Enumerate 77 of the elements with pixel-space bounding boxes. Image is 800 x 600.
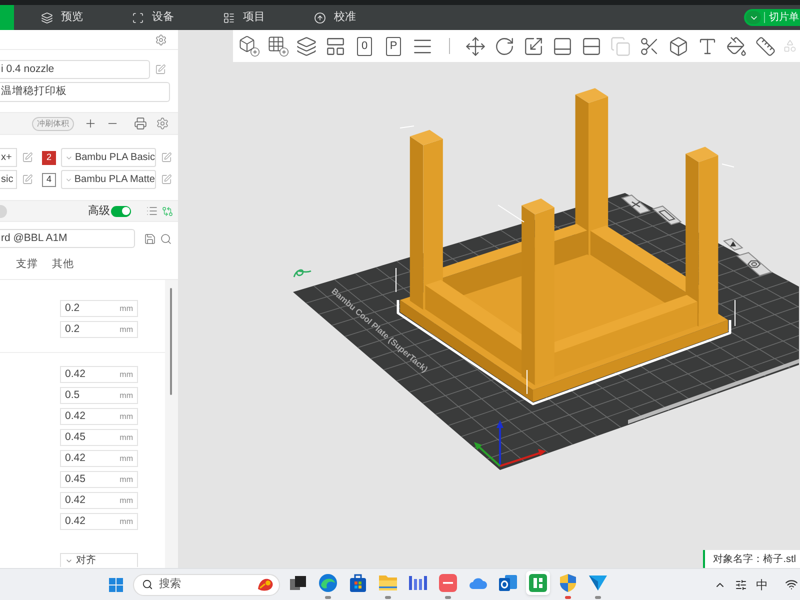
settings-icon[interactable] — [156, 117, 169, 130]
add-icon[interactable] — [84, 117, 97, 130]
panel-bottom-icon[interactable] — [552, 36, 573, 56]
scan-icon — [132, 12, 144, 24]
list-icon — [223, 12, 235, 24]
caret-icon — [746, 11, 761, 24]
value-field[interactable]: 0.2 mm — [60, 321, 138, 338]
nozzle-field[interactable]: i 0.4 nozzle — [0, 60, 150, 79]
settings-tab[interactable]: 支撑 — [16, 252, 38, 279]
edit-icon[interactable] — [161, 152, 172, 163]
hexagon-tile-icon[interactable] — [736, 252, 772, 276]
scissors-icon[interactable] — [639, 36, 660, 56]
image-tile-icon[interactable] — [652, 206, 682, 226]
ruler-icon[interactable] — [755, 36, 776, 56]
align-dropdown[interactable]: 对齐 — [60, 553, 138, 567]
cube-plus-icon[interactable] — [238, 35, 260, 57]
filament-preset-dropdown[interactable]: Bambu PLA Basic — [61, 148, 156, 167]
edit-icon[interactable] — [155, 64, 166, 75]
split-rows-icon[interactable] — [581, 36, 602, 56]
paint-bucket-icon[interactable] — [726, 36, 747, 56]
axis-gizmo-icon — [474, 420, 546, 467]
windows-logo-icon[interactable] — [109, 578, 123, 592]
settings-tab[interactable]: 其他 — [52, 252, 74, 279]
page-button[interactable]: 0 — [357, 36, 372, 56]
value-field[interactable]: 0.42 mm — [60, 366, 138, 383]
value-field[interactable]: 0.5 mm — [60, 387, 138, 404]
edit-icon[interactable] — [22, 152, 33, 163]
printer-icon[interactable] — [134, 117, 147, 130]
scale-icon[interactable] — [523, 36, 544, 56]
object-name-label: 对象名字：椅子.stl — [703, 550, 800, 568]
grid-tile-icon[interactable] — [526, 570, 550, 594]
scrollbar-thumb[interactable] — [170, 288, 172, 395]
layers-icon[interactable] — [296, 36, 317, 56]
sticker-icon — [257, 577, 274, 592]
menu-tab[interactable]: 预览 — [38, 5, 129, 30]
search-icon — [142, 579, 153, 590]
tab-highlight — [0, 5, 14, 30]
value-field[interactable]: 0.45 mm — [60, 471, 138, 488]
page-button[interactable]: P — [386, 36, 401, 56]
squiggle-icon — [293, 269, 312, 278]
menu-tab[interactable]: 设备 — [129, 5, 220, 30]
search-field[interactable]: 搜索 — [133, 574, 280, 596]
edit-icon[interactable] — [161, 174, 172, 185]
caret-icon — [65, 154, 73, 162]
value-field[interactable]: 0.2 mm — [60, 300, 138, 317]
sliders-icon[interactable] — [735, 578, 747, 590]
menu-tab[interactable]: 校准 — [311, 5, 402, 30]
value-field[interactable]: 0.45 mm — [60, 429, 138, 446]
advanced-toggle[interactable] — [111, 206, 131, 216]
filament-preset-field[interactable]: sic — [0, 170, 17, 189]
value-field[interactable]: 0.42 mm — [60, 408, 138, 425]
filament-preset-dropdown[interactable]: Bambu PLA Matte — [61, 170, 156, 189]
save-icon[interactable] — [144, 232, 156, 244]
panel-layout-icon[interactable] — [325, 36, 346, 56]
layers-icon — [41, 12, 53, 24]
value-field[interactable]: 0.42 mm — [60, 450, 138, 467]
search-placeholder: 搜索 — [159, 576, 181, 592]
close-tile-icon[interactable] — [620, 194, 651, 214]
filament-slot[interactable]: 2 — [42, 150, 56, 164]
search-icon[interactable] — [160, 232, 172, 244]
plate-field[interactable]: 温增稳打印板 — [0, 82, 170, 102]
value-field[interactable]: 0.42 mm — [60, 492, 138, 509]
value-field[interactable]: 0.42 mm — [60, 513, 138, 530]
triangle-tile-icon[interactable] — [722, 238, 744, 251]
edit-icon[interactable] — [22, 174, 33, 185]
move-icon[interactable] — [465, 36, 486, 56]
grid-plus-icon[interactable] — [266, 35, 288, 57]
caret-icon — [65, 176, 72, 184]
cube-icon[interactable] — [668, 36, 689, 56]
settings-icon[interactable] — [155, 34, 167, 46]
filament-preset-field[interactable]: x+ — [0, 148, 17, 167]
filament-slot[interactable]: 4 — [42, 172, 56, 186]
menu-tab[interactable]: 项目 — [220, 5, 311, 30]
advanced-label: 高级 — [88, 204, 110, 219]
rotate-icon[interactable] — [494, 36, 515, 56]
process-preset-field[interactable]: rd @BBL A1M — [0, 229, 135, 248]
input-method-indicator[interactable]: 中 — [756, 578, 768, 590]
